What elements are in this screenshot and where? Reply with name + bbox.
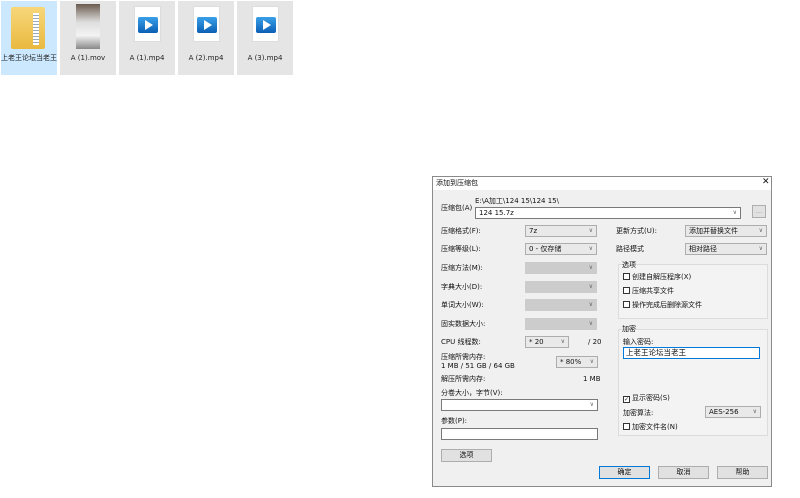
file-name: A (3).mp4 — [247, 54, 283, 62]
mem-value: 1 MB / 51 GB / 64 GB — [441, 362, 515, 370]
file-name: 上老王论坛当老王 — [1, 54, 57, 62]
password-input[interactable]: 上老王论坛当老王 — [623, 347, 760, 359]
update-label: 更新方式(U): — [616, 227, 657, 235]
ok-button[interactable]: 确定 — [599, 466, 650, 479]
video-file-icon — [193, 6, 220, 42]
word-select: ∨ — [525, 299, 597, 311]
mem-percent-select[interactable]: * 80% ∨ — [556, 356, 598, 368]
sfx-checkbox[interactable]: 创建自解压程序(X) — [623, 273, 691, 282]
show-password-checkbox[interactable]: ✓ 显示密码(S) — [623, 394, 670, 403]
path-mode-value: 相对路径 — [689, 245, 717, 253]
delete-source-label: 操作完成后删除源文件 — [632, 301, 702, 309]
archive-name: 124 15.7z — [479, 209, 514, 217]
dict-label: 字典大小(D): — [441, 283, 483, 291]
options-button[interactable]: 选项 — [441, 449, 492, 462]
solid-label: 固实数据大小: — [441, 320, 486, 328]
decompress-mem-value: 1 MB — [583, 375, 601, 383]
cancel-button[interactable]: 取消 — [658, 466, 709, 479]
browse-button[interactable]: ... — [752, 205, 766, 218]
encrypt-names-label: 加密文件名(N) — [632, 423, 678, 431]
title-bar — [433, 177, 771, 190]
cpu-value: * 20 — [529, 338, 544, 346]
help-button[interactable]: 帮助 — [717, 466, 768, 479]
sfx-label: 创建自解压程序(X) — [632, 273, 692, 281]
encrypt-names-checkbox[interactable]: 加密文件名(N) — [623, 423, 678, 432]
encryption-group-title: 加密 — [622, 325, 636, 333]
cpu-max: / 20 — [588, 338, 602, 346]
update-value: 添加并替换文件 — [689, 227, 738, 235]
video-file-icon — [252, 6, 279, 42]
mem-label: 压缩所需内存: — [441, 353, 486, 361]
method-label: 压缩方法(M): — [441, 264, 483, 272]
split-select[interactable]: ∨ — [441, 399, 598, 411]
level-select[interactable]: 0 - 仅存储 ∨ — [525, 243, 597, 255]
file-item-mp4[interactable]: A (2).mp4 — [178, 1, 234, 75]
params-label: 参数(P): — [441, 417, 468, 425]
dialog-title: 添加到压缩包 — [436, 179, 478, 187]
cpu-label: CPU 线程数: — [441, 338, 481, 346]
format-select[interactable]: 7z ∨ — [525, 225, 597, 237]
solid-select: ∨ — [525, 318, 597, 330]
password-label: 输入密码: — [623, 338, 654, 346]
file-item-mp4[interactable]: A (3).mp4 — [237, 1, 293, 75]
video-thumbnail — [76, 4, 100, 49]
options-group-title: 选项 — [622, 261, 636, 269]
checkbox-icon — [623, 423, 630, 430]
method-select: ∨ — [525, 262, 597, 274]
shared-label: 压缩共享文件 — [632, 287, 674, 295]
archive-name-combo[interactable]: 124 15.7z ∨ — [475, 207, 741, 219]
file-item-folder[interactable]: 上老王论坛当老王 — [1, 1, 57, 75]
file-name: A (1).mp4 — [129, 54, 165, 62]
file-item-mp4[interactable]: A (1).mp4 — [119, 1, 175, 75]
archive-path: E:\A加工\124 15\124 15\ — [475, 197, 559, 205]
file-item-mov[interactable]: A (1).mov — [60, 1, 116, 75]
mem-percent: * 80% — [560, 358, 582, 366]
algorithm-value: AES-256 — [709, 408, 739, 416]
path-mode-label: 路径模式 — [616, 245, 644, 253]
folder-icon — [11, 7, 45, 49]
file-name: A (1).mov — [70, 54, 106, 62]
level-label: 压缩等级(L): — [441, 245, 481, 253]
shared-checkbox[interactable]: 压缩共享文件 — [623, 287, 674, 296]
checkbox-icon — [623, 273, 630, 280]
decompress-mem-label: 解压所需内存: — [441, 375, 486, 383]
level-value: 0 - 仅存储 — [529, 245, 562, 253]
update-select[interactable]: 添加并替换文件 ∨ — [685, 225, 767, 237]
video-file-icon — [134, 6, 161, 42]
format-value: 7z — [529, 227, 538, 235]
file-name: A (2).mp4 — [188, 54, 224, 62]
params-input[interactable] — [441, 428, 598, 440]
format-label: 压缩格式(F): — [441, 227, 481, 235]
add-to-archive-dialog: 添加到压缩包 ✕ 压缩包(A) E:\A加工\124 15\124 15\ 12… — [432, 176, 772, 487]
algorithm-select[interactable]: AES-256 ∨ — [705, 406, 761, 418]
checkbox-icon — [623, 287, 630, 294]
checkmark-icon: ✓ — [623, 396, 630, 403]
algorithm-label: 加密算法: — [623, 409, 654, 417]
word-label: 单词大小(W): — [441, 301, 484, 309]
show-password-label: 显示密码(S) — [632, 394, 670, 402]
path-mode-select[interactable]: 相对路径 ∨ — [685, 243, 767, 255]
checkbox-icon — [623, 301, 630, 308]
delete-source-checkbox[interactable]: 操作完成后删除源文件 — [623, 301, 702, 310]
split-label: 分卷大小，字节(V): — [441, 389, 503, 397]
cpu-select[interactable]: * 20 ∨ — [525, 336, 569, 348]
close-icon[interactable]: ✕ — [762, 178, 770, 187]
archive-label: 压缩包(A) — [441, 204, 473, 212]
dict-select: ∨ — [525, 281, 597, 293]
